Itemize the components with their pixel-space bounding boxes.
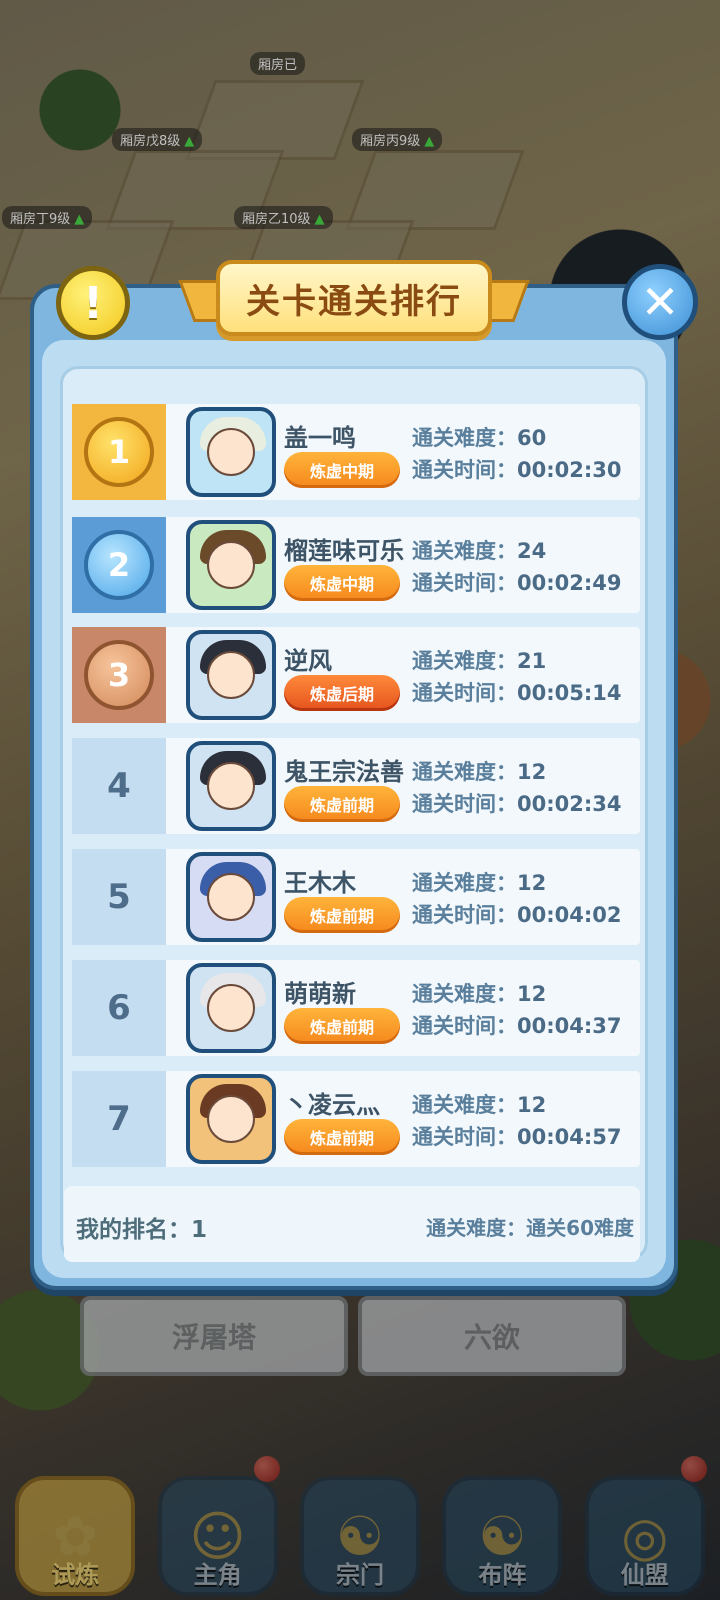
clear-time-stat: 通关时间：00:04:37 <box>412 1014 622 1038</box>
clear-time-stat: 通关时间：00:05:14 <box>412 681 622 705</box>
player-name: 榴莲味可乐 <box>284 537 404 565</box>
player-name: 丶凌云灬 <box>284 1091 380 1119</box>
my-rank-label: 我的排名：1 <box>76 1217 208 1243</box>
player-avatar[interactable] <box>186 963 276 1053</box>
player-avatar[interactable] <box>186 1074 276 1164</box>
difficulty-stat: 通关难度：60 <box>412 426 547 450</box>
ranking-row[interactable]: 7 丶凌云灬 炼虚前期 通关难度：12 通关时间：00:04:57 <box>72 1071 640 1167</box>
rank-cell: 1 <box>72 404 166 500</box>
player-name: 鬼王宗法善 <box>284 758 404 786</box>
modal-title: 关卡通关排行 <box>246 281 462 322</box>
realm-badge: 炼虚前期 <box>284 1008 400 1044</box>
my-difficulty-label: 通关难度：通关60难度 <box>426 1216 634 1240</box>
clear-time-stat: 通关时间：00:02:30 <box>412 458 622 482</box>
player-avatar[interactable] <box>186 852 276 942</box>
player-avatar[interactable] <box>186 741 276 831</box>
ranking-row[interactable]: 4 鬼王宗法善 炼虚前期 通关难度：12 通关时间：00:02:34 <box>72 738 640 834</box>
difficulty-stat: 通关难度：24 <box>412 539 547 563</box>
player-name: 逆风 <box>284 647 332 675</box>
player-name: 盖一鸣 <box>284 424 356 452</box>
player-avatar[interactable] <box>186 520 276 610</box>
player-avatar[interactable] <box>186 630 276 720</box>
rank-cell: 2 <box>72 517 166 613</box>
rank-cell: 3 <box>72 627 166 723</box>
rank-cell: 6 <box>72 960 166 1056</box>
rank-number: 7 <box>107 1099 131 1139</box>
realm-badge: 炼虚前期 <box>284 786 400 822</box>
realm-badge: 炼虚中期 <box>284 565 400 601</box>
clear-time-stat: 通关时间：00:02:34 <box>412 792 622 816</box>
realm-badge: 炼虚前期 <box>284 1119 400 1155</box>
silver-medal-icon: 2 <box>84 530 154 600</box>
ranking-row[interactable]: 6 萌萌新 炼虚前期 通关难度：12 通关时间：00:04:37 <box>72 960 640 1056</box>
rank-cell: 7 <box>72 1071 166 1167</box>
player-name: 王木木 <box>284 869 356 897</box>
clear-time-stat: 通关时间：00:02:49 <box>412 571 622 595</box>
close-button[interactable]: ✕ <box>622 264 698 340</box>
rank-number: 6 <box>107 988 131 1028</box>
rank-number: 5 <box>107 877 131 917</box>
realm-badge: 炼虚前期 <box>284 897 400 933</box>
exclamation-icon: ! <box>82 277 104 329</box>
difficulty-stat: 通关难度：12 <box>412 871 547 895</box>
difficulty-stat: 通关难度：21 <box>412 649 547 673</box>
ranking-row[interactable]: 3 逆风 炼虚后期 通关难度：21 通关时间：00:05:14 <box>72 627 640 723</box>
difficulty-stat: 通关难度：12 <box>412 1093 547 1117</box>
ranking-row[interactable]: 5 王木木 炼虚前期 通关难度：12 通关时间：00:04:02 <box>72 849 640 945</box>
gold-medal-icon: 1 <box>84 417 154 487</box>
difficulty-stat: 通关难度：12 <box>412 760 547 784</box>
difficulty-stat: 通关难度：12 <box>412 982 547 1006</box>
close-icon: ✕ <box>640 275 680 329</box>
player-name: 萌萌新 <box>284 980 356 1008</box>
bronze-medal-icon: 3 <box>84 640 154 710</box>
my-rank-bar: 我的排名：1 通关难度：通关60难度 <box>64 1186 640 1262</box>
rank-cell: 4 <box>72 738 166 834</box>
info-button[interactable]: ! <box>56 266 130 340</box>
modal-title-banner: 关卡通关排行 <box>178 258 530 342</box>
clear-time-stat: 通关时间：00:04:57 <box>412 1125 622 1149</box>
ranking-row[interactable]: 2 榴莲味可乐 炼虚中期 通关难度：24 通关时间：00:02:49 <box>72 517 640 613</box>
realm-badge: 炼虚中期 <box>284 452 400 488</box>
ranking-row[interactable]: 1 盖一鸣 炼虚中期 通关难度：60 通关时间：00:02:30 <box>72 404 640 500</box>
rank-number: 4 <box>107 766 131 806</box>
clear-time-stat: 通关时间：00:04:02 <box>412 903 622 927</box>
realm-badge: 炼虚后期 <box>284 675 400 711</box>
player-avatar[interactable] <box>186 407 276 497</box>
rank-cell: 5 <box>72 849 166 945</box>
